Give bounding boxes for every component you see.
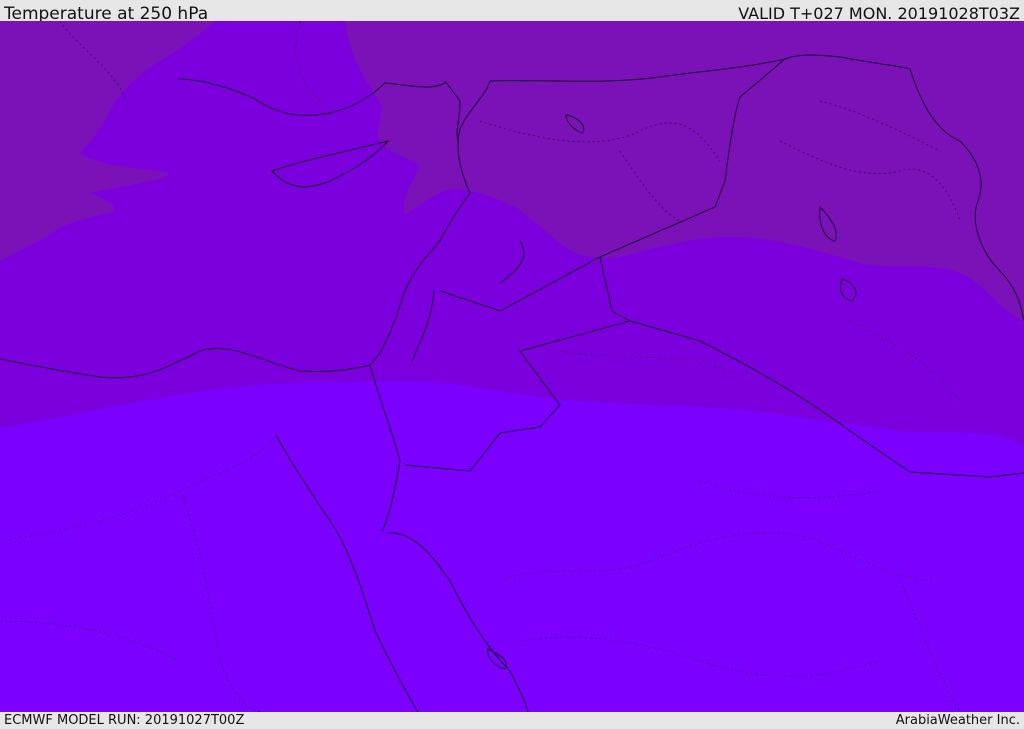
footer-bar: ECMWF MODEL RUN: 20191027T00Z ArabiaWeat… [0, 712, 1024, 729]
title-bar: Temperature at 250 hPa VALID T+027 MON. … [0, 0, 1024, 24]
model-run-label: ECMWF MODEL RUN: 20191027T00Z [4, 713, 245, 728]
credit-label: ArabiaWeather Inc. [895, 713, 1020, 728]
temperature-map[interactable] [0, 21, 1024, 712]
